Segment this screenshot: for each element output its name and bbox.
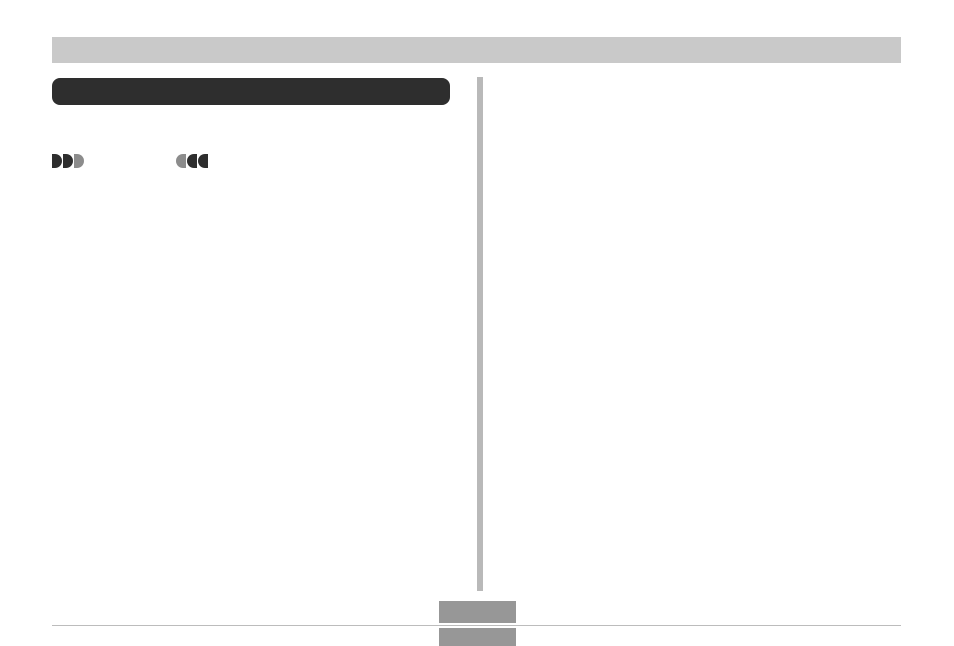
forward-icon: [52, 154, 62, 168]
forward-icon: [63, 154, 73, 168]
header-bar: [52, 37, 901, 63]
title-bar: [52, 78, 450, 105]
backward-icon: [198, 154, 208, 168]
page-tab-upper: [439, 601, 516, 623]
vertical-divider: [477, 77, 483, 591]
backward-icon-group: [176, 154, 208, 168]
horizontal-rule: [52, 625, 901, 626]
forward-icon-group: [52, 154, 84, 168]
page-tab-lower: [439, 628, 516, 646]
backward-icon: [176, 154, 186, 168]
backward-icon: [187, 154, 197, 168]
forward-icon: [74, 154, 84, 168]
